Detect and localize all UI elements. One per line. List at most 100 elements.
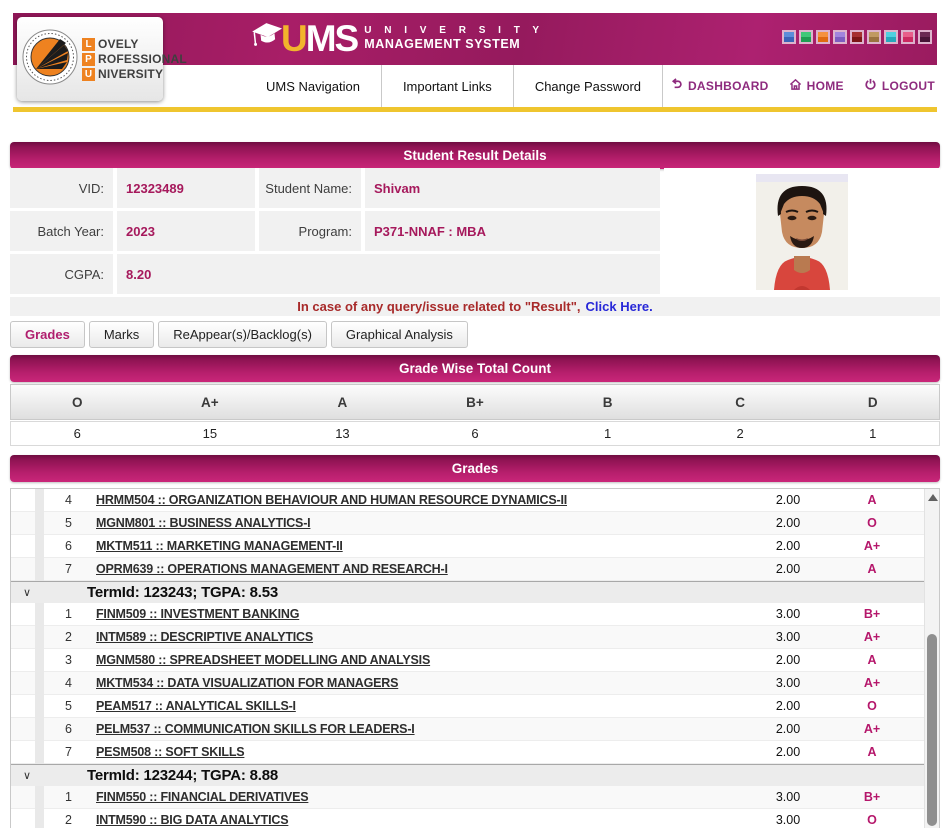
scrollbar-up-arrow-icon[interactable] [928,494,938,501]
student-name-value: Shivam [365,168,660,208]
course-credits: 2.00 [775,745,801,759]
course-credits: 2.00 [775,562,801,576]
course-row: 1 FINM509 :: INVESTMENT BANKING 3.00 B+ [11,603,924,626]
course-row: 3 MGNM580 :: SPREADSHEET MODELLING AND AN… [11,649,924,672]
course-grade: A+ [863,676,881,690]
grade-count: 6 [73,426,81,441]
course-credits: 3.00 [775,790,801,804]
nav-change-password[interactable]: Change Password [514,65,664,107]
nav-ums-navigation[interactable]: UMS Navigation [245,65,382,107]
grade-count: 13 [335,426,350,441]
scrollbar[interactable] [924,489,939,828]
chevron-down-icon[interactable]: ∨ [23,586,37,599]
course-grade: A+ [863,722,881,736]
course-credits: 2.00 [775,699,801,713]
photo-panel [664,168,940,294]
theme-color-swatch[interactable] [918,30,932,44]
grade-count-header: Grade Wise Total Count [10,355,940,382]
grade-count: 15 [202,426,218,441]
theme-color-swatch[interactable] [816,30,830,44]
theme-color-swatch[interactable] [833,30,847,44]
course-serial: 7 [65,562,72,576]
course-row: 6 MKTM511 :: MARKETING MANAGEMENT-II 2.00 A… [11,535,924,558]
course-row: 7 OPRM639 :: OPERATIONS MANAGEMENT AND RE… [11,558,924,581]
yellow-divider [13,107,937,112]
theme-color-swatch[interactable] [867,30,881,44]
chevron-down-icon[interactable]: ∨ [23,769,37,782]
course-serial: 5 [65,516,72,530]
dashboard-link[interactable]: DASHBOARD [670,78,769,94]
logout-icon [864,78,877,94]
grade-letter: O [72,394,83,410]
course-link[interactable]: INTM590 :: BIG DATA ANALYTICS [96,813,748,827]
course-serial: 3 [65,653,72,667]
ums-tagline-management: MANAGEMENT SYSTEM [364,37,521,51]
info-row-1: VID: 12323489 Student Name: Shivam [10,168,660,208]
tab-graphical-analysis[interactable]: Graphical Analysis [330,321,468,348]
course-grade: A+ [863,539,881,553]
course-link[interactable]: FINM550 :: FINANCIAL DERIVATIVES [96,790,748,804]
course-credits: 2.00 [775,493,801,507]
course-link[interactable]: PELM537 :: COMMUNICATION SKILLS FOR LEAD… [96,722,748,736]
info-row-2: Batch Year: 2023 Program: P371-NNAF : MB… [10,211,660,251]
query-note: In case of any query/issue related to "R… [10,297,940,316]
lpu-letter-u: U [82,67,95,81]
home-label: HOME [806,79,844,93]
course-serial: 2 [65,813,72,827]
batch-year-label: Batch Year: [10,211,113,251]
course-credits: 2.00 [775,653,801,667]
tab-marks[interactable]: Marks [88,321,155,348]
query-note-text: In case of any query/issue related to "R… [297,299,581,314]
dashboard-label: DASHBOARD [687,79,769,93]
ums-result-page: L OVELY P ROFESSIONAL U NIVERSITY UMS U N I… [0,0,950,828]
course-link[interactable]: MGNM801 :: BUSINESS ANALYTICS-I [96,516,748,530]
course-serial: 5 [65,699,72,713]
course-serial: 4 [65,676,72,690]
course-grade: B+ [863,790,881,804]
logout-link[interactable]: LOGOUT [864,78,935,94]
theme-color-swatch[interactable] [850,30,864,44]
cgpa-label: CGPA: [10,254,113,294]
lpu-logo-text: L OVELY P ROFESSIONAL U NIVERSITY [82,36,187,82]
course-link[interactable]: MGNM580 :: SPREADSHEET MODELLING AND ANA… [96,653,748,667]
grade-letter: C [735,394,745,410]
course-serial: 6 [65,722,72,736]
course-row: 4 MKTM534 :: DATA VISUALIZATION FOR MANAG… [11,672,924,695]
course-link[interactable]: MKTM534 :: DATA VISUALIZATION FOR MANAGE… [96,676,748,690]
course-row: 1 FINM550 :: FINANCIAL DERIVATIVES 3.00 B+ [11,786,924,809]
tab-grades[interactable]: Grades [10,321,85,348]
theme-color-swatch[interactable] [884,30,898,44]
home-icon [789,78,802,94]
nav-items: UMS Navigation Important Links Change Pa… [245,65,664,107]
course-credits: 3.00 [775,676,801,690]
course-row: 6 PELM537 :: COMMUNICATION SKILLS FOR LEA… [11,718,924,741]
course-link[interactable]: INTM589 :: DESCRIPTIVE ANALYTICS [96,630,748,644]
course-link[interactable]: FINM509 :: INVESTMENT BANKING [96,607,748,621]
course-serial: 2 [65,630,72,644]
course-credits: 2.00 [775,722,801,736]
lpu-logo[interactable]: L OVELY P ROFESSIONAL U NIVERSITY [17,17,187,101]
nav-important-links[interactable]: Important Links [382,65,514,107]
scrollbar-thumb[interactable] [927,634,937,826]
theme-color-swatch[interactable] [799,30,813,44]
theme-color-swatch[interactable] [782,30,796,44]
grade-letter: D [867,394,878,410]
tab-reappear-backlog[interactable]: ReAppear(s)/Backlog(s) [158,321,327,348]
home-link[interactable]: HOME [789,78,844,94]
term-group-header[interactable]: ∨ TermId: 123244; TGPA: 8.88 [11,764,924,786]
course-link[interactable]: OPRM639 :: OPERATIONS MANAGEMENT AND RES… [96,562,748,576]
ums-tagline-university: U N I V E R S I T Y [364,25,545,36]
grades-list: 4 HRMM504 :: ORGANIZATION BEHAVIOUR AND H… [11,489,924,828]
course-serial: 6 [65,539,72,553]
lpu-letter-p: P [82,52,95,66]
course-row: 5 MGNM801 :: BUSINESS ANALYTICS-I 2.00 O [11,512,924,535]
course-link[interactable]: MKTM511 :: MARKETING MANAGEMENT-II [96,539,748,553]
theme-color-swatch[interactable] [901,30,915,44]
course-link[interactable]: HRMM504 :: ORGANIZATION BEHAVIOUR AND HU… [96,493,748,507]
term-group-header[interactable]: ∨ TermId: 123243; TGPA: 8.53 [11,581,924,603]
grade-count: 2 [736,426,744,441]
course-link[interactable]: PESM508 :: SOFT SKILLS [96,745,748,759]
course-grade: A+ [863,630,881,644]
query-click-here-link[interactable]: Click Here. [586,299,653,314]
course-link[interactable]: PEAM517 :: ANALYTICAL SKILLS-I [96,699,748,713]
